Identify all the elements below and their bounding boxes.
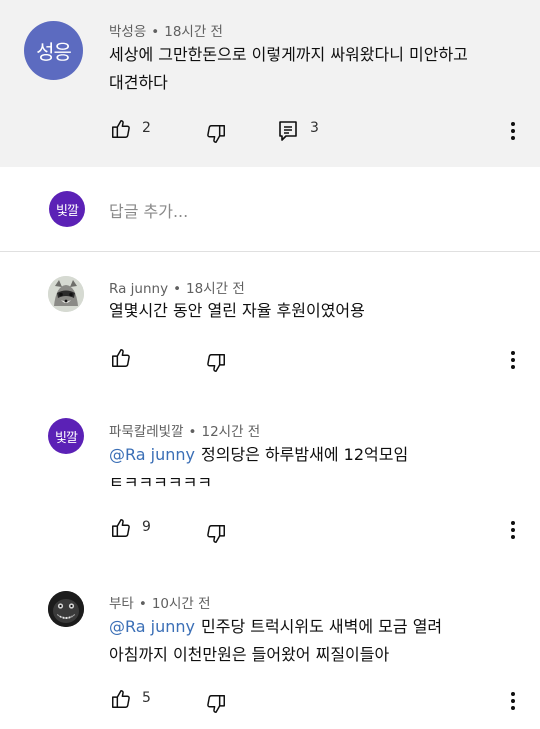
comment-meta: 파묵칼레빛깔 • 12시간 전 <box>109 420 260 440</box>
timestamp[interactable]: 18시간 전 <box>186 281 245 297</box>
more-options-icon[interactable] <box>503 348 523 372</box>
more-options-icon[interactable] <box>503 119 523 143</box>
more-options-icon[interactable] <box>503 689 523 713</box>
dislike-button[interactable] <box>205 352 227 374</box>
separator: • <box>151 24 160 40</box>
comment-line: 아침까지 이천만원은 들어왔어 찌질이들아 <box>109 645 390 664</box>
like-button[interactable] <box>110 118 132 140</box>
mention-link[interactable]: @Ra junny <box>109 445 195 464</box>
thumbs-down-icon <box>207 695 225 713</box>
author-name[interactable]: 박성응 <box>109 24 146 40</box>
thumbs-down-icon <box>207 525 225 543</box>
author-name[interactable]: Ra junny <box>109 281 168 297</box>
separator: • <box>138 596 147 612</box>
comment-meta: 박성응 • 18시간 전 <box>109 20 223 40</box>
more-options-icon[interactable] <box>503 518 523 542</box>
thumbs-up-icon <box>112 690 130 708</box>
add-reply-input[interactable]: 답글 추가... <box>109 198 188 222</box>
thumbs-up-icon <box>112 349 130 367</box>
avatar-text: 성응 <box>36 40 72 64</box>
avatar: 빛깔 <box>49 191 85 227</box>
comment-text: @Ra junny 정의당은 하루밤새에 12억모임 ㅌㅋㅋㅋㅋㅋㅋ <box>109 441 509 497</box>
divider <box>0 251 540 252</box>
comment-meta: Ra junny • 18시간 전 <box>109 277 245 297</box>
replies-button[interactable] <box>278 120 298 142</box>
top-comment: 성응 박성응 • 18시간 전 세상에 그만한돈으로 이렇게까지 싸워왔다니 미안하… <box>0 0 540 167</box>
author-name[interactable]: 파묵칼레빛깔 <box>109 424 184 440</box>
comment-text: 열몇시간 동안 열린 자율 후원이였어용 <box>109 297 509 325</box>
avatar[interactable] <box>48 591 84 627</box>
thumbs-down-icon <box>207 125 225 143</box>
dark-creature-avatar-icon <box>48 591 84 627</box>
reply-count: 3 <box>310 120 319 136</box>
comment-line: 민주당 트럭시위도 새벽에 모금 열려 <box>201 617 443 636</box>
comment-text: 세상에 그만한돈으로 이렇게까지 싸워왔다니 미안하고 대견하다 <box>109 41 509 97</box>
thumbs-up-icon <box>112 519 130 537</box>
thumbs-down-icon <box>207 354 225 372</box>
timestamp[interactable]: 12시간 전 <box>202 424 261 440</box>
comment-line: 세상에 그만한돈으로 이렇게까지 싸워왔다니 미안하고 <box>109 45 468 64</box>
like-count: 5 <box>142 690 151 706</box>
comment-line: 열몇시간 동안 열린 자율 후원이였어용 <box>109 301 365 320</box>
like-count: 2 <box>142 120 151 136</box>
avatar[interactable]: 빛깔 <box>48 418 84 454</box>
avatar-text: 빛깔 <box>56 203 79 219</box>
author-name[interactable]: 부타 <box>109 596 134 612</box>
comment-line: 정의당은 하루밤새에 12억모임 <box>201 445 409 464</box>
avatar-text: 빛깔 <box>55 430 78 446</box>
raccoon-avatar-icon <box>48 276 84 312</box>
comment-line: ㅌㅋㅋㅋㅋㅋㅋ <box>109 473 213 492</box>
comment-meta: 부타 • 10시간 전 <box>109 592 211 612</box>
mention-link[interactable]: @Ra junny <box>109 617 195 636</box>
separator: • <box>188 424 197 440</box>
like-button[interactable] <box>110 517 132 539</box>
dislike-button[interactable] <box>205 123 227 145</box>
like-button[interactable] <box>110 688 132 710</box>
like-button[interactable] <box>110 347 132 369</box>
avatar[interactable]: 성응 <box>24 21 83 80</box>
separator: • <box>173 281 182 297</box>
dislike-button[interactable] <box>205 523 227 545</box>
comment-text: @Ra junny 민주당 트럭시위도 새벽에 모금 열려 아침까지 이천만원은 … <box>109 613 509 669</box>
timestamp[interactable]: 10시간 전 <box>152 596 211 612</box>
thumbs-up-icon <box>112 120 130 138</box>
like-count: 9 <box>142 519 151 535</box>
comment-icon <box>279 121 297 141</box>
avatar[interactable] <box>48 276 84 312</box>
dislike-button[interactable] <box>205 693 227 715</box>
timestamp[interactable]: 18시간 전 <box>164 24 223 40</box>
comment-line: 대견하다 <box>109 73 168 92</box>
